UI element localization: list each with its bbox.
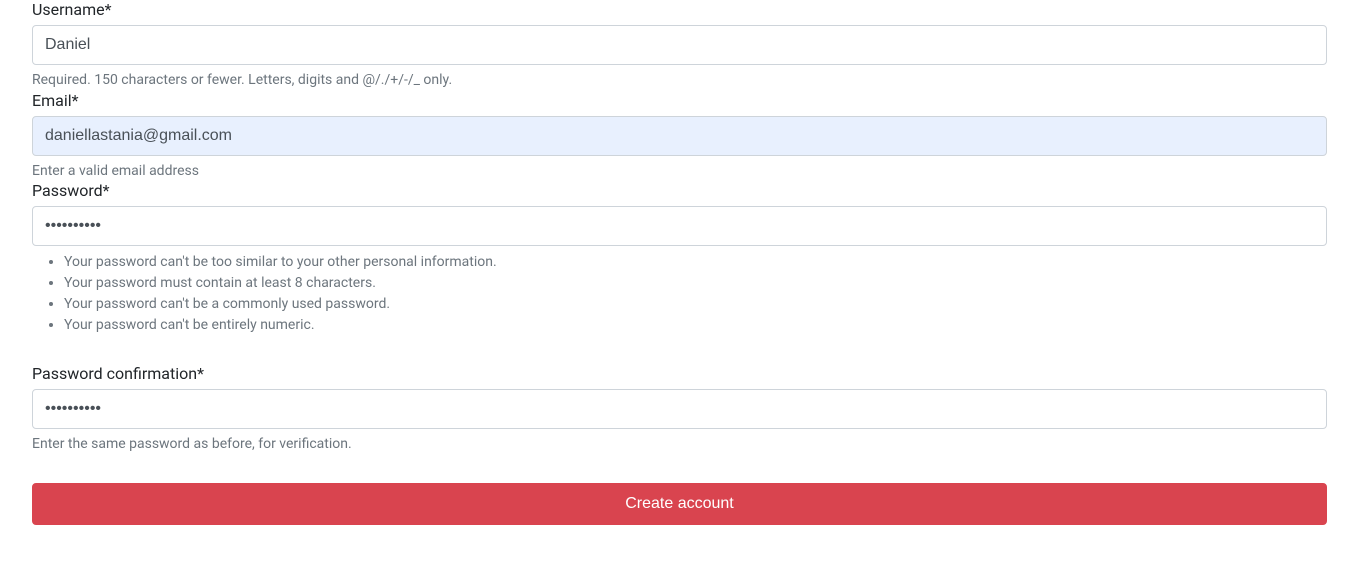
password-help-item: Your password can't be a commonly used p… (64, 294, 1327, 315)
email-group: Email* Enter a valid email address (32, 91, 1327, 182)
password-confirm-help: Enter the same password as before, for v… (32, 435, 1327, 455)
email-input[interactable] (32, 116, 1327, 156)
password-help-item: Your password can't be too similar to yo… (64, 252, 1327, 273)
email-help: Enter a valid email address (32, 162, 1327, 182)
password-help-list: Your password can't be too similar to yo… (32, 252, 1327, 336)
username-help: Required. 150 characters or fewer. Lette… (32, 71, 1327, 91)
email-label: Email* (32, 91, 1327, 110)
password-confirm-group: Password confirmation* Enter the same pa… (32, 364, 1327, 455)
password-confirm-label: Password confirmation* (32, 364, 1327, 383)
signup-form: Username* Required. 150 characters or fe… (32, 0, 1327, 525)
password-label: Password* (32, 181, 1327, 200)
password-confirm-input[interactable] (32, 389, 1327, 429)
username-group: Username* Required. 150 characters or fe… (32, 0, 1327, 91)
username-input[interactable] (32, 25, 1327, 65)
password-help-item: Your password must contain at least 8 ch… (64, 273, 1327, 294)
password-group: Password* Your password can't be too sim… (32, 181, 1327, 336)
create-account-button[interactable]: Create account (32, 483, 1327, 525)
password-help-item: Your password can't be entirely numeric. (64, 315, 1327, 336)
username-label: Username* (32, 0, 1327, 19)
password-input[interactable] (32, 206, 1327, 246)
